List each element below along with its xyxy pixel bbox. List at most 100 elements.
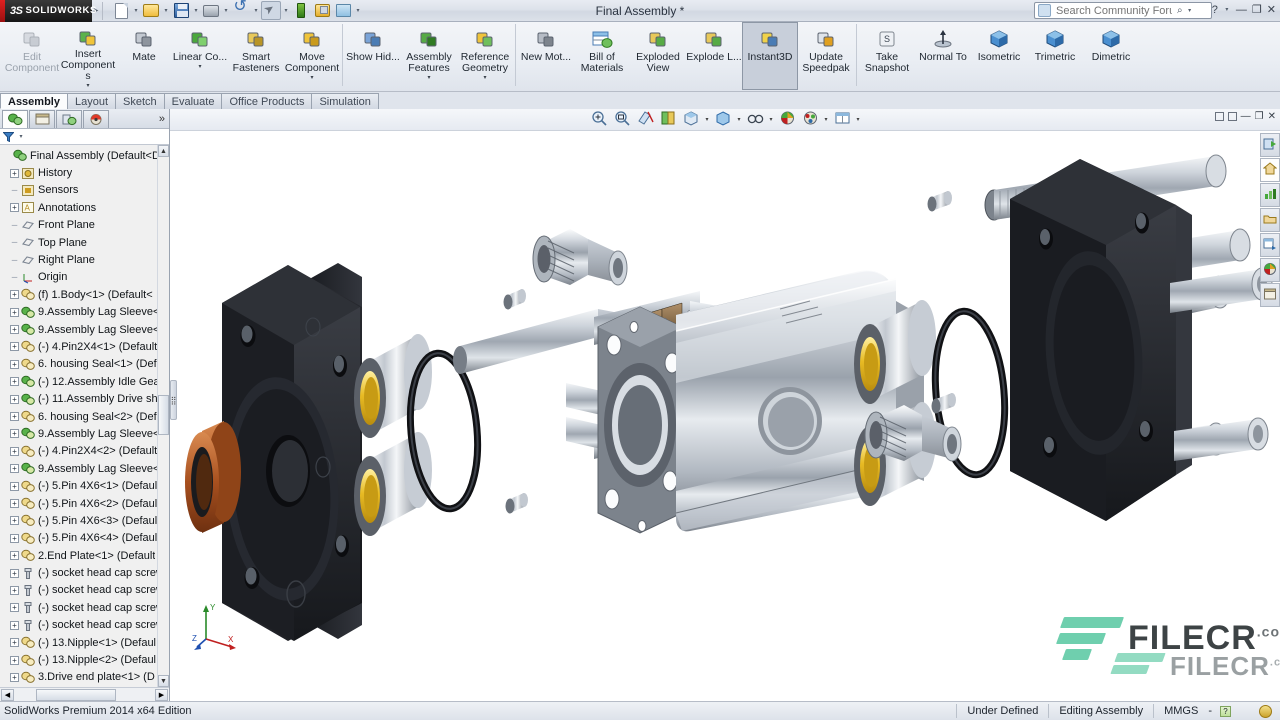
section-view-button[interactable] (635, 110, 656, 129)
display-style-button[interactable] (681, 110, 702, 129)
tree-expand-plus-icon[interactable]: + (10, 499, 19, 508)
tree-item[interactable]: +3.Drive end plate<1> (D (2, 669, 169, 686)
new-document-button[interactable] (111, 1, 131, 20)
property-manager-tab[interactable] (29, 110, 55, 128)
ribbon-command-normal-to[interactable]: Normal To (915, 22, 971, 90)
hscroll-thumb[interactable] (36, 689, 116, 701)
tree-expand-plus-icon[interactable]: + (10, 656, 19, 665)
tree-item[interactable]: +AAnnotations (2, 199, 169, 216)
open-document-button[interactable] (141, 1, 161, 20)
search-community-forum[interactable]: ⌕ ▾ (1034, 2, 1212, 19)
design-library-button[interactable] (1260, 158, 1280, 182)
tree-item[interactable]: +(-) 5.Pin 4X6<4> (Defaul (2, 530, 169, 547)
tree-expand-plus-icon[interactable]: + (10, 342, 19, 351)
appearance-chevron-down-icon[interactable]: ▾ (354, 7, 362, 14)
filter-chevron-down-icon[interactable]: ▾ (17, 133, 25, 140)
configuration-manager-tab[interactable] (56, 110, 82, 128)
view-settings-button[interactable] (800, 110, 821, 129)
document-restore-button[interactable]: ❐ (1255, 111, 1264, 122)
tree-item[interactable]: +(-) 13.Nipple<2> (Defaul (2, 651, 169, 668)
tree-expand-plus-icon[interactable]: + (10, 395, 19, 404)
tree-expand-plus-icon[interactable]: + (10, 203, 19, 212)
custom-properties-button[interactable] (1260, 283, 1280, 307)
save-document-button[interactable] (171, 1, 191, 20)
tree-item[interactable]: +(-) 11.Assembly Drive sh (2, 390, 169, 407)
viewport-layout-button[interactable] (832, 110, 853, 129)
tree-expand-plus-icon[interactable]: + (10, 603, 19, 612)
tree-item[interactable]: +History (2, 164, 169, 181)
ribbon-command-exploded-view[interactable]: Exploded View (630, 22, 686, 90)
tree-item[interactable]: –Front Plane (2, 217, 169, 234)
tab-assembly[interactable]: Assembly (0, 93, 68, 109)
scroll-right-arrow-icon[interactable]: ▶ (155, 689, 168, 701)
restore-view-icon[interactable] (1228, 112, 1237, 121)
tree-item[interactable]: –Sensors (2, 182, 169, 199)
tree-item[interactable]: –Origin (2, 269, 169, 286)
ribbon-command-chevron-down-icon[interactable]: ▾ (483, 74, 486, 81)
view-orientation-button[interactable] (658, 110, 679, 129)
help-chevron-down-icon[interactable]: ▾ (1223, 6, 1231, 13)
tile-view-icon[interactable] (1215, 112, 1224, 121)
document-minimize-button[interactable]: — (1241, 111, 1251, 122)
tree-expand-plus-icon[interactable]: + (10, 169, 19, 178)
ribbon-command-explode-l[interactable]: Explode L... (686, 22, 742, 90)
tree-expand-plus-icon[interactable]: + (10, 429, 19, 438)
tab-evaluate[interactable]: Evaluate (164, 93, 223, 109)
save-document-chevron-down-icon[interactable]: ▾ (192, 7, 200, 14)
ribbon-command-bill-of-materials[interactable]: Bill of Materials (574, 22, 630, 90)
view-palette-button[interactable] (1260, 233, 1280, 257)
options-button[interactable] (312, 1, 332, 20)
tree-expand-plus-icon[interactable]: + (10, 569, 19, 578)
hide-show-items-button[interactable] (713, 110, 734, 129)
search-input[interactable] (1054, 4, 1174, 18)
ribbon-command-mate[interactable]: Mate (116, 22, 172, 90)
new-document-chevron-down-icon[interactable]: ▾ (132, 7, 140, 14)
tag-icon[interactable] (1259, 705, 1272, 718)
print-document-button[interactable] (201, 1, 221, 20)
minimize-button[interactable]: — (1236, 4, 1247, 16)
view-settings-chevron-down-icon[interactable]: ▾ (823, 116, 830, 123)
hscroll-track[interactable] (14, 689, 155, 701)
display-manager-tab[interactable] (83, 110, 109, 128)
tree-item[interactable]: +9.Assembly Lag Sleeve< (2, 425, 169, 442)
tree-item[interactable]: +(f) 1.Body<1> (Default< (2, 286, 169, 303)
ribbon-command-trimetric[interactable]: Trimetric (1027, 22, 1083, 90)
tree-expand-plus-icon[interactable]: + (10, 325, 19, 334)
tree-expand-plus-icon[interactable]: + (10, 360, 19, 369)
tree-expand-plus-icon[interactable]: + (10, 447, 19, 456)
search-chevron-down-icon[interactable]: ▾ (1186, 7, 1194, 14)
tree-item[interactable]: +9.Assembly Lag Sleeve< (2, 321, 169, 338)
tab-sketch[interactable]: Sketch (115, 93, 165, 109)
feature-tree-vertical-scrollbar[interactable]: ▲ ▼ (157, 145, 169, 687)
feature-manager-tab[interactable] (2, 110, 28, 128)
tree-expand-plus-icon[interactable]: + (10, 586, 19, 595)
ribbon-command-chevron-down-icon[interactable]: ▾ (86, 82, 89, 89)
document-close-button[interactable]: ✕ (1268, 111, 1276, 122)
tree-item[interactable]: +9.Assembly Lag Sleeve< (2, 460, 169, 477)
tree-expand-plus-icon[interactable]: + (10, 412, 19, 421)
undo-chevron-down-icon[interactable]: ▾ (252, 7, 260, 14)
ribbon-command-dimetric[interactable]: Dimetric (1083, 22, 1139, 90)
tree-expand-plus-icon[interactable]: + (10, 673, 19, 682)
search-folder-button[interactable] (1260, 208, 1280, 232)
print-chevron-down-icon[interactable]: ▾ (222, 7, 230, 14)
open-document-chevron-down-icon[interactable]: ▾ (162, 7, 170, 14)
edit-appearance-chevron-down-icon[interactable]: ▾ (768, 116, 775, 123)
tree-item[interactable]: +9.Assembly Lag Sleeve< (2, 304, 169, 321)
scroll-left-arrow-icon[interactable]: ◀ (1, 689, 14, 701)
select-tool-button[interactable] (261, 1, 281, 20)
ribbon-command-insert-components[interactable]: Insert Components▾ (60, 22, 116, 90)
appearance-button[interactable] (333, 1, 353, 20)
ribbon-command-assembly-features[interactable]: Assembly Features▾ (401, 22, 457, 90)
feature-tree[interactable]: Final Assembly (Default<D+History–Sensor… (0, 145, 169, 687)
exploded-assembly-model[interactable] (170, 131, 1280, 701)
apply-scene-button[interactable] (777, 110, 798, 129)
solidworks-resources-button[interactable] (1260, 133, 1280, 157)
ribbon-command-linear-co[interactable]: Linear Co...▾ (172, 22, 228, 90)
tree-item[interactable]: +(-) 5.Pin 4X6<1> (Defaul (2, 477, 169, 494)
tab-office-products[interactable]: Office Products (221, 93, 312, 109)
hide-show-items-chevron-down-icon[interactable]: ▾ (736, 116, 743, 123)
tab-simulation[interactable]: Simulation (311, 93, 378, 109)
restore-button[interactable]: ❐ (1252, 3, 1262, 16)
ribbon-command-instant3d[interactable]: Instant3D (742, 22, 798, 90)
